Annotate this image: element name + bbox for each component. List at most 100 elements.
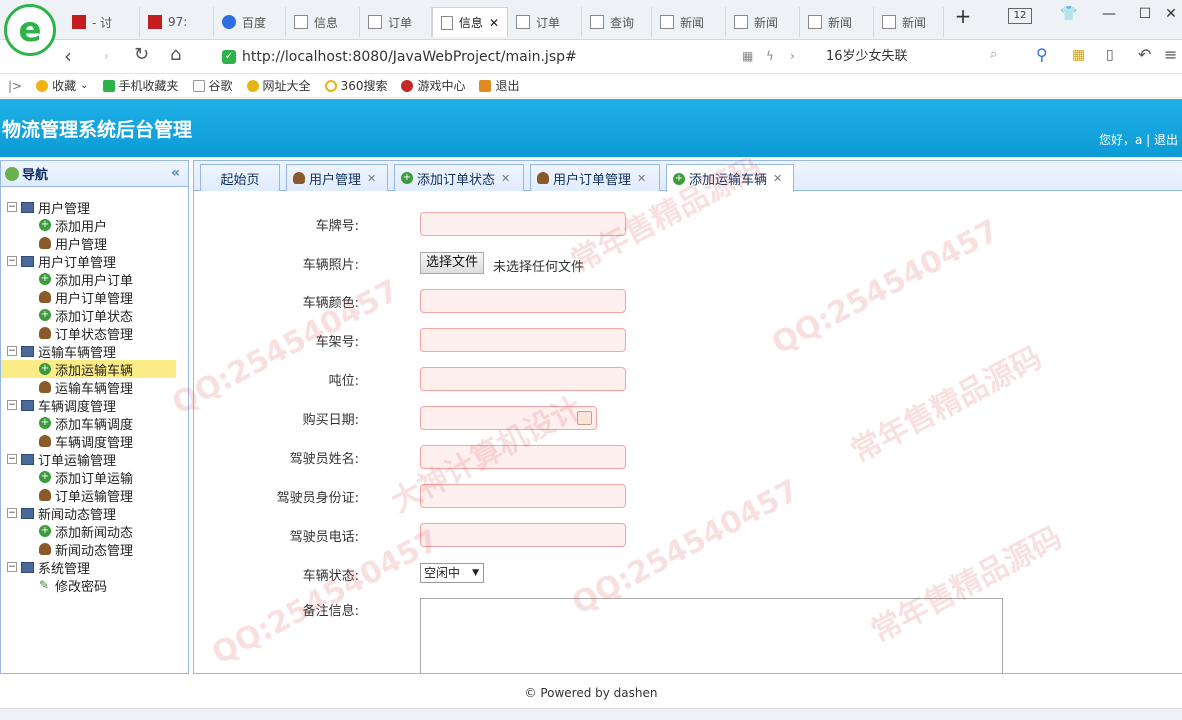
tree-group-dispatch[interactable]: − 车辆调度管理 [1, 396, 188, 415]
bookmark-games[interactable]: 游戏中心 [401, 77, 465, 94]
tree-group-vehicle[interactable]: − 运输车辆管理 [1, 342, 188, 361]
frame-input[interactable] [420, 328, 626, 352]
menu-icon[interactable]: ≡ [1164, 45, 1177, 64]
driver-phone-input[interactable] [420, 523, 626, 547]
lightning-icon[interactable]: ϟ [766, 49, 774, 63]
bookmark-sites[interactable]: 网址大全 [246, 77, 311, 94]
choose-file-button[interactable]: 选择文件 [420, 252, 485, 274]
close-tab-icon[interactable]: ✕ [367, 172, 376, 185]
search-icon[interactable]: ⌕ [990, 47, 997, 62]
tree-item-add-news[interactable]: + 添加新闻动态 [1, 522, 188, 541]
tree-item-add-user-order[interactable]: + 添加用户订单 [1, 270, 188, 289]
bookmark-mobile[interactable]: 手机收藏夹 [102, 77, 179, 94]
tab-add-order-status[interactable]: + 添加订单状态 ✕ [394, 164, 524, 191]
tree-item-add-vehicle-selected[interactable]: + 添加运输车辆 [1, 360, 176, 379]
tree-group-order-transport[interactable]: − 订单运输管理 [1, 450, 188, 469]
close-tab-icon[interactable]: ✕ [773, 172, 782, 185]
new-tab-button[interactable]: + [950, 4, 976, 28]
collapse-icon[interactable]: « [171, 165, 180, 181]
maximize-icon[interactable]: ☐ [1132, 6, 1158, 28]
home-icon[interactable]: ⌂ [170, 44, 181, 65]
back-icon[interactable]: ‹ [64, 44, 72, 68]
collapse-toggle-icon[interactable]: − [7, 400, 17, 410]
browser-status-bar [0, 708, 1182, 720]
tree-item-news-manage[interactable]: 新闻动态管理 [1, 540, 188, 559]
tree-item-add-dispatch[interactable]: + 添加车辆调度 [1, 414, 188, 433]
dropdown-arrow-icon: ▼ [472, 568, 479, 578]
browser-tab[interactable]: 新闻 [874, 7, 944, 37]
browser-logo-icon[interactable]: e [4, 4, 56, 56]
browser-tab[interactable]: 新闻 [726, 7, 800, 37]
tree-item-change-password[interactable]: ✎ 修改密码 [1, 576, 188, 595]
tree-group-news[interactable]: − 新闻动态管理 [1, 504, 188, 523]
undo-icon[interactable]: ↶ [1138, 45, 1151, 64]
remark-textarea[interactable] [420, 598, 1003, 673]
tonnage-input[interactable] [420, 367, 626, 391]
tree-item-vehicle-manage[interactable]: 运输车辆管理 [1, 378, 188, 397]
collapse-toggle-icon[interactable]: − [7, 346, 17, 356]
close-tab-icon[interactable]: ✕ [501, 172, 510, 185]
color-input[interactable] [420, 289, 626, 313]
bookmark-favorites[interactable]: 收藏 ⌄ [36, 77, 89, 94]
browser-tab[interactable]: 订单 [360, 7, 432, 37]
tab-user-order-manage[interactable]: 用户订单管理 ✕ [530, 164, 660, 191]
globe-icon [5, 166, 19, 181]
browser-tab[interactable]: 信息 [286, 7, 360, 37]
browser-tab[interactable]: 97: [140, 7, 214, 37]
apps-icon[interactable]: ▦ [1072, 47, 1085, 63]
tree-item-add-order-status[interactable]: + 添加订单状态 [1, 306, 188, 325]
add-icon: + [39, 309, 51, 321]
close-window-icon[interactable]: ✕ [1160, 6, 1182, 28]
browser-tab-active[interactable]: 信息 ✕ [432, 7, 508, 37]
browser-tab[interactable]: 新闻 [800, 7, 874, 37]
user-greeting[interactable]: 您好，a | 退出 [1099, 131, 1178, 148]
tab-user-manage[interactable]: 用户管理 ✕ [286, 164, 388, 191]
chevron-right-icon[interactable]: › [790, 49, 795, 63]
tab-add-vehicle[interactable]: + 添加运输车辆 ✕ [666, 164, 794, 192]
tree-item-dispatch-manage[interactable]: 车辆调度管理 [1, 432, 188, 451]
collapse-toggle-icon[interactable]: − [7, 562, 17, 572]
browser-tab[interactable]: 查询 [582, 7, 652, 37]
magnifier-icon[interactable]: ⚲ [1036, 45, 1048, 64]
phone-icon[interactable]: ▯ [1106, 47, 1114, 63]
tree-group-user-order[interactable]: − 用户订单管理 [1, 252, 188, 271]
browser-tab[interactable]: 新闻 [652, 7, 726, 37]
tree-item-user-order-manage[interactable]: 用户订单管理 [1, 288, 188, 307]
status-select[interactable]: 空闲中 ▼ [420, 563, 484, 583]
tree-item-add-order-transport[interactable]: + 添加订单运输 [1, 468, 188, 487]
driver-id-input[interactable] [420, 484, 626, 508]
close-tab-icon[interactable]: ✕ [489, 16, 499, 30]
ring-icon [324, 79, 337, 92]
shirt-icon[interactable]: 👕 [1056, 6, 1082, 28]
calendar-icon[interactable] [577, 411, 592, 425]
minimize-icon[interactable]: — [1096, 6, 1122, 28]
close-tab-icon[interactable]: ✕ [637, 172, 646, 185]
search-suggestion[interactable]: 16岁少女失联 [826, 45, 908, 64]
collapse-toggle-icon[interactable]: − [7, 202, 17, 212]
tree-item-user-manage[interactable]: 用户管理 [1, 234, 188, 253]
plate-input[interactable] [420, 212, 626, 236]
collapse-toggle-icon[interactable]: − [7, 454, 17, 464]
collapse-toggle-icon[interactable]: − [7, 256, 17, 266]
collapse-toggle-icon[interactable]: − [7, 508, 17, 518]
reload-icon[interactable]: ↻ [134, 44, 149, 65]
browser-tab[interactable]: 百度 [214, 7, 286, 37]
sidebar-toggle-icon[interactable]: |> [8, 79, 22, 93]
url-field[interactable]: ✓ http://localhost:8080/JavaWebProject/m… [222, 45, 742, 69]
qr-icon[interactable]: ▦ [742, 49, 753, 63]
tab-count-badge[interactable]: 12 [1008, 8, 1032, 24]
browser-tab[interactable]: 订单 [508, 7, 582, 37]
tree-item-add-user[interactable]: + 添加用户 [1, 216, 188, 235]
bookmark-360search[interactable]: 360搜索 [324, 77, 387, 94]
bookmark-exit[interactable]: 退出 [479, 77, 520, 94]
tree-group-user[interactable]: − 用户管理 [1, 198, 188, 217]
tree-item-order-transport-manage[interactable]: 订单运输管理 [1, 486, 188, 505]
driver-name-input[interactable] [420, 445, 626, 469]
purchase-date-input[interactable] [420, 406, 597, 430]
tree-item-order-status-manage[interactable]: 订单状态管理 [1, 324, 188, 343]
tab-home[interactable]: 起始页 [200, 164, 280, 191]
bookmark-google[interactable]: 谷歌 [192, 77, 233, 94]
tree-group-system[interactable]: − 系统管理 [1, 558, 188, 577]
add-icon: + [39, 363, 51, 375]
browser-tab[interactable]: - 讨 [64, 7, 140, 37]
